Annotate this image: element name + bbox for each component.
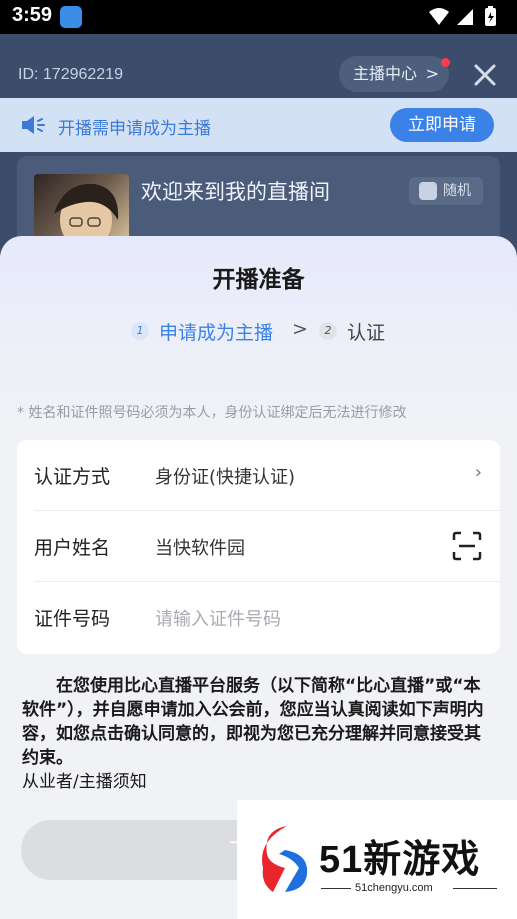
user-id: ID: 172962219 <box>18 66 123 83</box>
id-number-input[interactable]: 请输入证件号码 <box>155 605 281 631</box>
apply-now-button[interactable]: 立即申请 <box>390 108 494 142</box>
step-2-number: 2 <box>319 322 337 340</box>
agreement-section: 在您使用比心直播平台服务（以下简称“比心直播”或“本软件”），并自愿申请加入公会… <box>22 674 492 794</box>
name-row: 用户姓名 当快软件园 <box>17 511 500 582</box>
id-number-label: 证件号码 <box>34 608 111 630</box>
system-icons <box>427 6 507 32</box>
step-2-label: 认证 <box>347 322 386 344</box>
chevron-right-icon: > <box>425 64 439 83</box>
notice-text: 开播需申请成为主播 <box>58 119 211 139</box>
wifi-icon <box>429 8 449 25</box>
status-bar: 3:59 <box>0 0 517 34</box>
method-value: 身份证(快捷认证) <box>155 467 296 488</box>
verification-form: 认证方式 身份证(快捷认证) › 用户姓名 当快软件园 证件号码 请输入证件号码 <box>17 440 500 654</box>
signal-icon <box>457 9 473 25</box>
divider <box>321 888 351 889</box>
watermark-domain: 51chengyu.com <box>355 882 433 894</box>
id-number-row: 证件号码 请输入证件号码 <box>17 582 500 653</box>
sheet-title: 开播准备 <box>212 267 305 293</box>
divider <box>453 888 497 889</box>
chevron-right-icon: › <box>474 462 482 483</box>
watermark-brand: 51新游戏 <box>319 839 481 881</box>
host-center-button[interactable]: 主播中心 > <box>339 56 450 92</box>
room-title[interactable]: 欢迎来到我的直播间 <box>141 176 330 206</box>
random-title-button[interactable]: 随机 <box>409 177 483 205</box>
notice-bar: 开播需申请成为主播 立即申请 <box>0 98 517 152</box>
step-arrow-icon: > <box>292 318 308 340</box>
status-time: 3:59 <box>12 4 53 26</box>
agreement-text: 在您使用比心直播平台服务（以下简称“比心直播”或“本软件”），并自愿申请加入公会… <box>22 676 484 768</box>
host-center-label: 主播中心 <box>353 64 418 83</box>
random-label: 随机 <box>443 183 471 199</box>
watermark: 51新游戏 51chengyu.com <box>237 800 517 919</box>
method-row[interactable]: 认证方式 身份证(快捷认证) › <box>17 440 500 511</box>
method-label: 认证方式 <box>34 466 111 488</box>
name-label: 用户姓名 <box>34 537 111 559</box>
close-button[interactable] <box>470 60 500 90</box>
dice-icon <box>419 182 437 200</box>
brand-logo-icon <box>259 824 313 894</box>
step-1-label: 申请成为主播 <box>159 322 274 344</box>
speaker-icon <box>20 114 46 140</box>
app-notification-icon <box>60 6 82 28</box>
notification-dot <box>441 58 450 67</box>
step-indicator: 1 申请成为主播 > 2 认证 <box>0 316 517 346</box>
name-input[interactable]: 当快软件园 <box>155 534 245 560</box>
form-tip: * 姓名和证件照号码必须为本人，身份认证绑定后无法进行修改 <box>17 405 407 421</box>
close-icon <box>474 64 496 86</box>
agreement-link[interactable]: 从业者/主播须知 <box>22 770 492 794</box>
step-1-number: 1 <box>131 322 149 340</box>
scan-icon[interactable] <box>452 531 482 561</box>
top-bar: ID: 172962219 主播中心 > <box>0 34 517 98</box>
